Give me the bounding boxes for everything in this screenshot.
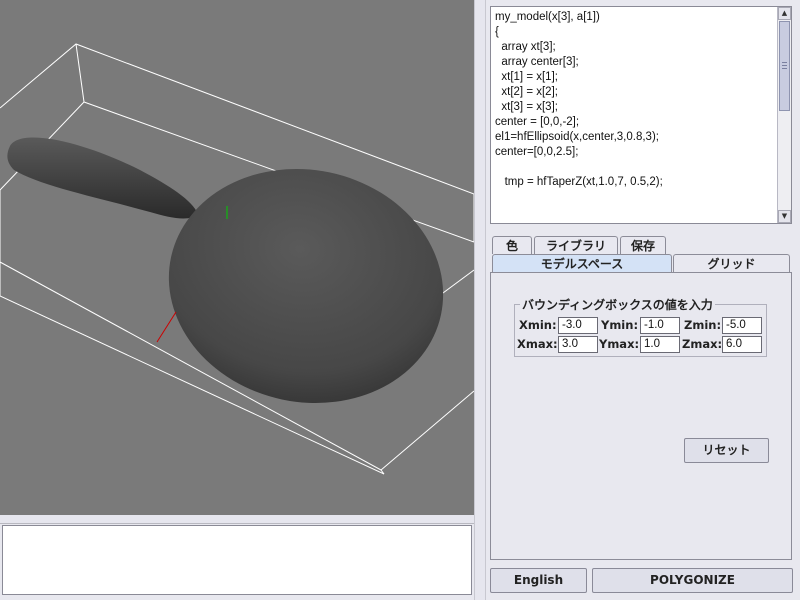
tab-color[interactable]: 色 [492,236,532,254]
zmin-field[interactable]: -5.0 [722,317,762,334]
code-line[interactable]: { [495,25,787,40]
xmin-field[interactable]: -3.0 [558,317,598,334]
code-line[interactable]: xt[1] = x[1]; [495,70,787,85]
ymin-label: Ymin: [601,318,639,332]
ymin-field[interactable]: -1.0 [640,317,680,334]
3d-viewport[interactable] [0,0,474,515]
code-line[interactable]: xt[2] = x[2]; [495,85,787,100]
vertical-split-divider[interactable] [474,0,486,600]
ymax-label: Ymax: [599,337,640,351]
code-text[interactable]: my_model(x[3], a[1]){ array xt[3]; array… [491,7,791,193]
tab-save[interactable]: 保存 [620,236,666,254]
horizontal-split-divider[interactable] [0,515,474,524]
code-line[interactable]: el1=hfEllipsoid(x,center,3,0.8,3); [495,130,787,145]
reset-button[interactable]: リセット [684,438,769,463]
xmin-label: Xmin: [519,318,557,332]
axis-x [156,311,177,343]
xmax-label: Xmax: [517,337,558,351]
scroll-up-icon[interactable]: ▲ [778,7,791,20]
ymax-field[interactable]: 1.0 [640,336,680,353]
code-editor[interactable]: my_model(x[3], a[1]){ array xt[3]; array… [490,6,792,224]
code-line[interactable]: array center[3]; [495,55,787,70]
english-button[interactable]: English [490,568,587,593]
polygonize-button[interactable]: POLYGONIZE [592,568,793,593]
handle-shape [7,137,198,219]
bounding-box-legend: バウンディングボックスの値を入力 [520,296,715,313]
code-line[interactable]: xt[3] = x[3]; [495,100,787,115]
code-line[interactable] [495,160,787,175]
code-scrollbar[interactable]: ▲ ▼ [777,7,791,223]
scroll-thumb[interactable] [779,21,790,111]
scroll-down-icon[interactable]: ▼ [778,210,791,223]
code-line[interactable]: center=[0,0,2.5]; [495,145,787,160]
zmax-field[interactable]: 6.0 [722,336,762,353]
tab-library[interactable]: ライブラリ [534,236,618,254]
console-output[interactable] [2,525,472,595]
code-line[interactable]: center = [0,0,-2]; [495,115,787,130]
pan-shape [168,168,444,404]
viewport-canvas [0,43,474,475]
zmin-label: Zmin: [684,318,722,332]
xmax-field[interactable]: 3.0 [558,336,598,353]
code-line[interactable]: my_model(x[3], a[1]) [495,10,787,25]
tab-grid[interactable]: グリッド [673,254,790,272]
code-line[interactable]: tmp = hfTaperZ(xt,1.0,7, 0.5,2); [495,175,787,190]
tab-model-space[interactable]: モデルスペース [492,254,672,272]
code-line[interactable]: array xt[3]; [495,40,787,55]
zmax-label: Zmax: [682,337,723,351]
